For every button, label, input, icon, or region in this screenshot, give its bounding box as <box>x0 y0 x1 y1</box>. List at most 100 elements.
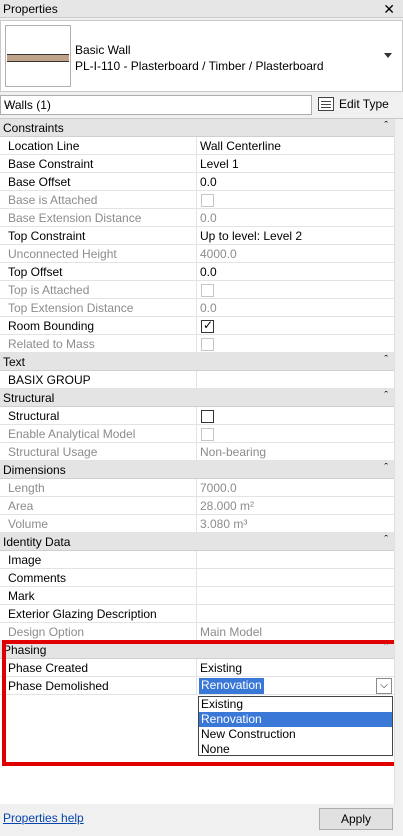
prop-value[interactable]: Existing <box>200 661 242 675</box>
prop-exterior-glazing[interactable]: Exterior Glazing Description <box>0 605 394 623</box>
dropdown-option-new-construction[interactable]: New Construction <box>199 727 392 742</box>
dropdown-option-renovation[interactable]: Renovation <box>199 712 392 727</box>
prop-value[interactable]: Up to level: Level 2 <box>200 229 302 243</box>
properties-grid: Constraints ˆ Location Line Wall Centerl… <box>0 118 403 805</box>
prop-name: Length <box>8 481 45 495</box>
grid-scrollbar[interactable] <box>394 119 403 805</box>
prop-name: Phase Demolished <box>8 679 109 693</box>
prop-name: Structural Usage <box>8 445 98 459</box>
prop-name: Base Offset <box>8 175 71 189</box>
prop-name: Location Line <box>8 139 80 153</box>
prop-phase-created[interactable]: Phase Created Existing <box>0 659 394 677</box>
prop-base-constraint[interactable]: Base Constraint Level 1 <box>0 155 394 173</box>
checkbox <box>201 338 214 351</box>
dropdown-option-none[interactable]: None <box>199 742 392 757</box>
group-label: Constraints <box>3 121 64 135</box>
group-label: Text <box>3 355 26 369</box>
prop-value: 4000.0 <box>200 247 237 261</box>
prop-name: Design Option <box>8 625 85 639</box>
collapse-icon[interactable]: ˆ <box>384 642 388 654</box>
prop-image[interactable]: Image <box>0 551 394 569</box>
prop-value: Non-bearing <box>200 445 267 459</box>
prop-base-offset[interactable]: Base Offset 0.0 <box>0 173 394 191</box>
checkbox <box>201 428 214 441</box>
prop-base-attached: Base is Attached <box>0 191 394 209</box>
prop-phase-demolished[interactable]: Phase Demolished Renovation ⌵ <box>0 677 394 695</box>
collapse-icon[interactable]: ˆ <box>384 534 388 546</box>
prop-value: Main Model <box>200 625 263 639</box>
prop-value[interactable]: 0.0 <box>200 265 217 279</box>
prop-value: 0.0 <box>200 301 217 315</box>
dropdown-arrow-icon[interactable] <box>384 53 392 58</box>
collapse-icon[interactable]: ˆ <box>384 462 388 474</box>
prop-mark[interactable]: Mark <box>0 587 394 605</box>
prop-top-offset[interactable]: Top Offset 0.0 <box>0 263 394 281</box>
type-selector[interactable]: Basic Wall PL-I-110 - Plasterboard / Tim… <box>0 20 403 92</box>
window-title: Properties <box>3 2 58 16</box>
prop-top-constraint[interactable]: Top Constraint Up to level: Level 2 <box>0 227 394 245</box>
prop-location-line[interactable]: Location Line Wall Centerline <box>0 137 394 155</box>
type-name: PL-I-110 - Plasterboard / Timber / Plast… <box>75 59 324 73</box>
prop-name: Top is Attached <box>8 283 90 297</box>
prop-name: Structural <box>8 409 60 423</box>
group-phasing[interactable]: Phasing ˆ <box>0 641 394 659</box>
dropdown-option-existing[interactable]: Existing <box>199 697 392 712</box>
group-label: Dimensions <box>3 463 66 477</box>
group-label: Identity Data <box>3 535 71 549</box>
collapse-icon[interactable]: ˆ <box>384 390 388 402</box>
prop-base-extension: Base Extension Distance 0.0 <box>0 209 394 227</box>
prop-name: Image <box>8 553 42 567</box>
collapse-icon[interactable]: ˆ <box>384 354 388 366</box>
prop-name: Room Bounding <box>8 319 95 333</box>
prop-design-option: Design Option Main Model <box>0 623 394 641</box>
chevron-down-icon[interactable]: ⌵ <box>376 678 392 694</box>
prop-room-bounding[interactable]: Room Bounding <box>0 317 394 335</box>
prop-value: 0.0 <box>200 211 217 225</box>
prop-name: Related to Mass <box>8 337 95 351</box>
prop-name: Area <box>8 499 34 513</box>
prop-value: 3.080 m³ <box>200 517 248 531</box>
prop-area: Area 28.000 m² <box>0 497 394 515</box>
apply-button[interactable]: Apply <box>319 808 393 830</box>
prop-volume: Volume 3.080 m³ <box>0 515 394 533</box>
prop-top-attached: Top is Attached <box>0 281 394 299</box>
prop-value[interactable]: Wall Centerline <box>200 139 281 153</box>
prop-structural[interactable]: Structural <box>0 407 394 425</box>
properties-help-link[interactable]: Properties help <box>3 811 84 825</box>
prop-enable-analytical: Enable Analytical Model <box>0 425 394 443</box>
close-icon[interactable]: ✕ <box>383 0 395 18</box>
prop-value: 7000.0 <box>200 481 237 495</box>
group-text[interactable]: Text ˆ <box>0 353 394 371</box>
prop-name: Base Extension Distance <box>8 211 142 225</box>
phase-dropdown-list: Existing Renovation New Construction Non… <box>198 696 393 756</box>
prop-name: Base Constraint <box>8 157 94 171</box>
instance-filter-combo[interactable]: Walls (1) ⌵ <box>0 95 312 115</box>
group-identity-data[interactable]: Identity Data ˆ <box>0 533 394 551</box>
prop-value[interactable]: Level 1 <box>200 157 239 171</box>
chevron-down-icon[interactable]: ⌵ <box>4 98 306 111</box>
edit-type-button[interactable]: Edit Type <box>314 94 403 116</box>
phase-demolished-value[interactable]: Renovation <box>199 678 264 694</box>
prop-name: BASIX GROUP <box>8 373 91 387</box>
structural-checkbox[interactable] <box>201 410 214 423</box>
prop-name: Comments <box>8 571 67 585</box>
footer: Properties help Apply <box>0 804 403 836</box>
group-dimensions[interactable]: Dimensions ˆ <box>0 461 394 479</box>
group-label: Structural <box>3 391 55 405</box>
checkbox <box>201 284 214 297</box>
prop-name: Volume <box>8 517 49 531</box>
prop-name: Top Extension Distance <box>8 301 134 315</box>
prop-comments[interactable]: Comments <box>0 569 394 587</box>
prop-name: Phase Created <box>8 661 89 675</box>
room-bounding-checkbox[interactable] <box>201 318 214 333</box>
group-structural[interactable]: Structural ˆ <box>0 389 394 407</box>
prop-basix-group[interactable]: BASIX GROUP <box>0 371 394 389</box>
title-bar: Properties ✕ <box>0 0 403 18</box>
group-constraints[interactable]: Constraints ˆ <box>0 119 394 137</box>
instance-filter-row: Walls (1) ⌵ Edit Type <box>0 95 403 117</box>
collapse-icon[interactable]: ˆ <box>384 120 388 132</box>
prop-value[interactable]: 0.0 <box>200 175 217 189</box>
prop-related-to-mass: Related to Mass <box>0 335 394 353</box>
prop-name: Unconnected Height <box>8 247 117 261</box>
prop-unconnected-height: Unconnected Height 4000.0 <box>0 245 394 263</box>
